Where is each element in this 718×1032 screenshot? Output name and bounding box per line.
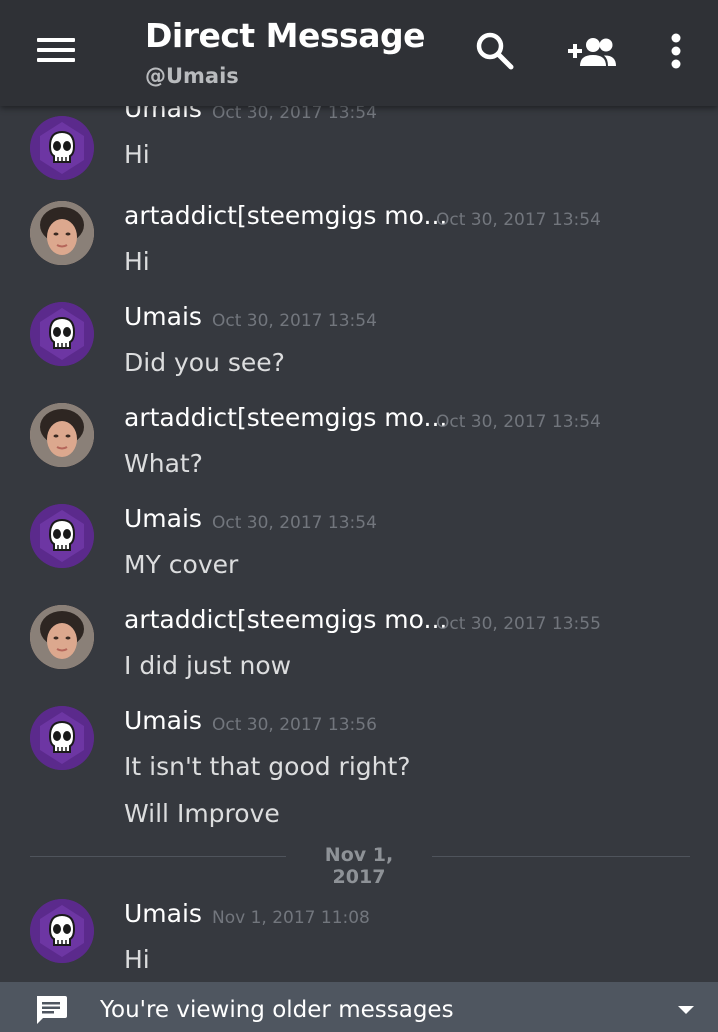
message-text: MY cover bbox=[124, 550, 239, 579]
message-author[interactable]: Umais bbox=[124, 302, 202, 331]
photo-avatar[interactable] bbox=[30, 605, 94, 669]
date-divider: Nov 1, 2017 bbox=[324, 844, 394, 888]
search-icon[interactable] bbox=[474, 30, 516, 72]
skull-avatar[interactable] bbox=[30, 706, 94, 770]
message-timestamp: Oct 30, 2017 13:55 bbox=[436, 614, 601, 634]
photo-avatar[interactable] bbox=[30, 403, 94, 467]
message-timestamp: Oct 30, 2017 13:54 bbox=[212, 513, 377, 533]
message-author[interactable]: artaddict[steemgigs mo... bbox=[124, 201, 447, 230]
message-list[interactable]: Umais Oct 30, 2017 13:54 Hi artaddict[st… bbox=[0, 106, 718, 982]
message-timestamp: Oct 30, 2017 13:54 bbox=[436, 412, 601, 432]
older-messages-label: You're viewing older messages bbox=[100, 997, 454, 1023]
photo-avatar[interactable] bbox=[30, 201, 94, 265]
more-vertical-icon[interactable] bbox=[664, 32, 688, 72]
message-timestamp: Oct 30, 2017 13:54 bbox=[212, 311, 377, 331]
message-timestamp: Oct 30, 2017 13:54 bbox=[212, 106, 377, 123]
skull-avatar[interactable] bbox=[30, 899, 94, 963]
message-text: I did just now bbox=[124, 651, 292, 680]
add-friend-icon[interactable] bbox=[566, 32, 618, 72]
message-author[interactable]: Umais bbox=[124, 899, 202, 928]
message-text: What? bbox=[124, 449, 203, 478]
date-divider-line bbox=[432, 856, 690, 857]
message-timestamp: Oct 30, 2017 13:56 bbox=[212, 715, 377, 735]
message-author[interactable]: Umais bbox=[124, 106, 202, 123]
message-text: It isn't that good right? bbox=[124, 752, 411, 781]
skull-avatar[interactable] bbox=[30, 116, 94, 180]
message-author[interactable]: Umais bbox=[124, 706, 202, 735]
chevron-down-icon[interactable] bbox=[676, 1004, 696, 1016]
message-author[interactable]: artaddict[steemgigs mo... bbox=[124, 403, 447, 432]
skull-avatar[interactable] bbox=[30, 302, 94, 366]
date-divider-line bbox=[30, 856, 286, 857]
skull-avatar[interactable] bbox=[30, 504, 94, 568]
older-messages-bar[interactable]: You're viewing older messages bbox=[0, 982, 718, 1032]
message-text: Hi bbox=[124, 140, 150, 169]
app-header: Direct Message @Umais bbox=[0, 0, 718, 106]
page-subtitle: @Umais bbox=[145, 64, 239, 88]
message-text: Hi bbox=[124, 945, 150, 974]
message-timestamp: Oct 30, 2017 13:54 bbox=[436, 210, 601, 230]
chat-icon bbox=[37, 996, 67, 1024]
message-author[interactable]: Umais bbox=[124, 504, 202, 533]
message-timestamp: Nov 1, 2017 11:08 bbox=[212, 908, 370, 928]
message-text: Did you see? bbox=[124, 348, 285, 377]
message-author[interactable]: artaddict[steemgigs mo... bbox=[124, 605, 447, 634]
menu-icon[interactable] bbox=[34, 34, 78, 66]
message-text: Hi bbox=[124, 247, 150, 276]
message-text: Will Improve bbox=[124, 799, 280, 828]
page-title: Direct Message bbox=[145, 16, 425, 55]
